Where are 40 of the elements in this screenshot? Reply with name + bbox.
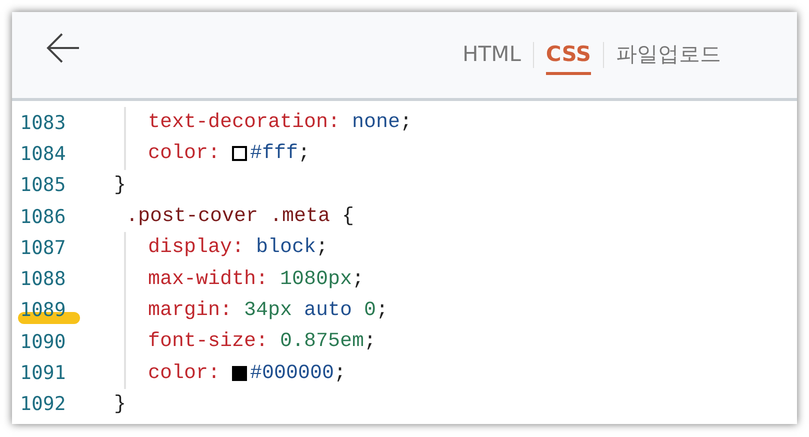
code-token: margin: — [148, 298, 232, 322]
code-token: color: — [148, 142, 220, 166]
line-number: 1084 — [20, 142, 66, 165]
code-token: 1080px — [280, 268, 352, 291]
code-token: 0.875em — [280, 330, 364, 354]
code-token: ; — [364, 330, 376, 354]
code-token: { — [342, 205, 354, 228]
code-token: display: — [148, 236, 244, 260]
back-button[interactable] — [46, 33, 80, 63]
line-number: 1090 — [20, 330, 66, 353]
code-token: } — [114, 174, 126, 197]
code-token: ; — [334, 362, 346, 385]
tab[interactable]: HTML — [462, 36, 521, 74]
code-token: ; — [298, 142, 310, 166]
line-number: 1085 — [20, 174, 66, 196]
code-token: #000000 — [250, 362, 334, 385]
line-number: 1091 — [20, 362, 66, 384]
code-token: auto — [304, 298, 352, 322]
line-number: 1086 — [20, 206, 66, 228]
line-number: 1088 — [20, 268, 66, 290]
line-number: 1083 — [20, 112, 66, 134]
code-token: text-decoration: — [148, 111, 340, 134]
tab[interactable]: 파일업로드 — [616, 34, 721, 76]
line-number: 1087 — [20, 236, 66, 259]
code-token: font-size: — [148, 330, 268, 354]
code-token: 0 — [364, 298, 376, 322]
code-token: .post-cover .meta — [126, 205, 330, 228]
code-token: max-width: — [148, 268, 268, 291]
code-token: block — [256, 236, 316, 260]
code-token: none — [352, 111, 400, 134]
code-token: ; — [400, 111, 412, 134]
code-token: ; — [352, 268, 364, 291]
code-token: 34px — [244, 298, 292, 322]
code-token: #fff — [250, 142, 298, 166]
line-number: 1092 — [20, 393, 66, 416]
code-token: ; — [316, 236, 328, 260]
code-token: color: — [148, 362, 220, 385]
code-token: ; — [376, 298, 388, 322]
code-token: } — [114, 392, 126, 416]
tab[interactable]: CSS — [546, 36, 591, 74]
